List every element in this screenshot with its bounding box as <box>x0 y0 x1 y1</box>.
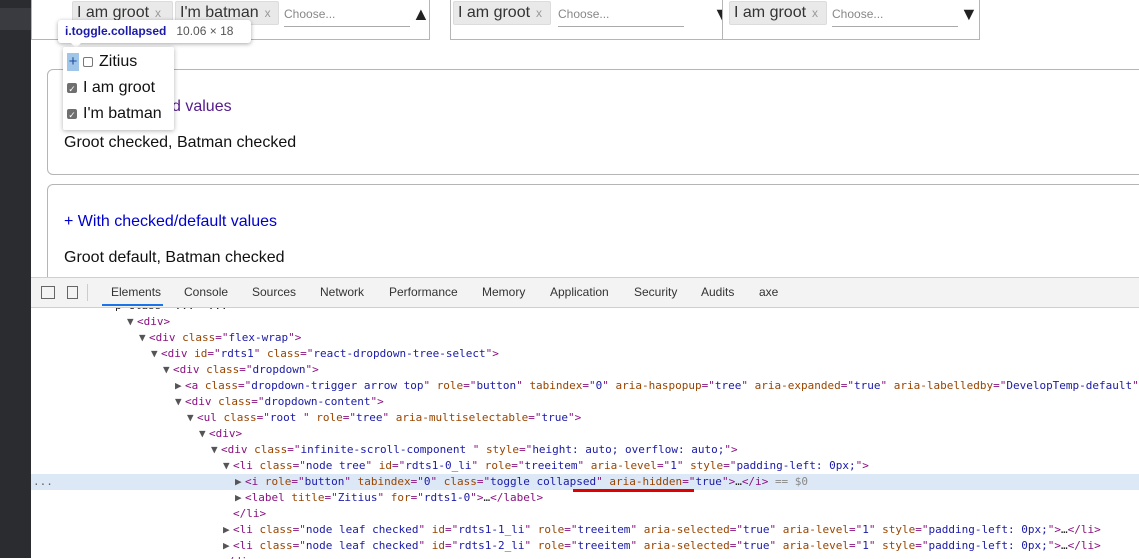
search-input[interactable]: Choose... <box>284 7 410 27</box>
tab-axe[interactable]: axe <box>759 285 778 299</box>
checkbox[interactable] <box>83 57 93 67</box>
dom-node[interactable]: ▶ <label title="Zitius" for="rdts1-0">…</… <box>31 490 1139 506</box>
left-panel-highlight <box>0 8 31 30</box>
tab-security[interactable]: Security <box>634 285 677 299</box>
active-tab-indicator <box>102 304 163 306</box>
tooltip-selector: i.toggle.collapsed <box>65 24 167 38</box>
card-description: Groot checked, Batman checked <box>64 134 297 151</box>
node-actions-icon[interactable]: ... <box>33 474 53 490</box>
disclosure-triangle-icon[interactable]: ▼ <box>151 346 161 362</box>
dom-node[interactable]: ▼ <div id="rdts1" class="react-dropdown-t… <box>31 346 1139 362</box>
device-toolbar-icon[interactable] <box>67 286 78 299</box>
dom-node[interactable]: ▼ <div class="infinite-scroll-component "… <box>31 442 1139 458</box>
dropdown-tree-popup: + Zitius ✓ I am groot ✓ I'm batman <box>63 47 174 130</box>
tree-node-label: I am groot <box>83 79 156 96</box>
example-card: + With checked/default values Groot defa… <box>47 184 1139 277</box>
tag-chip: I am groot x <box>453 1 551 25</box>
disclosure-triangle-icon[interactable]: ▶ <box>235 490 245 506</box>
disclosure-triangle-icon[interactable]: ▼ <box>187 410 197 426</box>
dom-node[interactable]: ▼ <div> <box>31 426 1139 442</box>
dom-node[interactable]: ▼ <li class="node tree" id="rdts1-0_li" r… <box>31 458 1139 474</box>
tree-node-batman[interactable]: ✓ I'm batman <box>67 105 162 123</box>
dom-node[interactable]: ▶ <a class="dropdown-trigger arrow top" r… <box>31 378 1139 394</box>
tag-remove-icon[interactable]: x <box>265 6 271 20</box>
caret-up-icon[interactable]: ▲ <box>412 4 430 25</box>
checkbox-checked[interactable]: ✓ <box>67 83 77 94</box>
disclosure-triangle-icon[interactable]: ▼ <box>127 314 137 330</box>
tree-node-label: Zitius <box>99 53 138 70</box>
card-title-link[interactable]: d values <box>172 98 232 116</box>
dropdown-trigger-2[interactable]: I am grootx Choose... ▼ <box>450 0 731 40</box>
card-description: Groot default, Batman checked <box>64 249 285 266</box>
dom-node[interactable]: ▼ <div class="dropdown"> <box>31 362 1139 378</box>
tree-node-groot[interactable]: ✓ I am groot <box>67 79 155 97</box>
checkbox-checked[interactable]: ✓ <box>67 109 77 120</box>
inspect-element-icon[interactable] <box>41 286 55 299</box>
tab-performance[interactable]: Performance <box>389 285 458 299</box>
disclosure-triangle-icon[interactable]: ▼ <box>211 442 221 458</box>
tag-remove-icon[interactable]: x <box>536 6 542 20</box>
tree-node-label: I'm batman <box>83 105 162 122</box>
tooltip-size: 10.06 × 18 <box>176 24 234 38</box>
disclosure-triangle-icon[interactable]: ▶ <box>223 522 233 538</box>
tree-node-zitius[interactable]: + Zitius <box>67 53 137 71</box>
dom-node-selected[interactable]: ▶ <i role="button" tabindex="0" class="to… <box>31 474 1139 490</box>
dom-node[interactable]: ▼ <div class="flex-wrap"> <box>31 330 1139 346</box>
dom-node[interactable]: </div> <box>31 554 1139 559</box>
disclosure-triangle-icon[interactable]: ▼ <box>223 458 233 474</box>
elements-tree: p class="..." ...▼<div>▼<div class="flex… <box>31 308 1139 559</box>
tab-audits[interactable]: Audits <box>701 285 734 299</box>
devtools-tabbar: Elements Console Sources Network Perform… <box>31 278 1139 308</box>
dom-node[interactable]: </li> <box>31 506 1139 522</box>
dom-node[interactable]: ▼ <ul class="root " role="tree" aria-mult… <box>31 410 1139 426</box>
tag-remove-icon[interactable]: x <box>812 6 818 20</box>
expand-toggle-icon[interactable]: + <box>67 53 79 71</box>
tab-elements[interactable]: Elements <box>111 285 161 299</box>
tab-console[interactable]: Console <box>184 285 228 299</box>
disclosure-triangle-icon[interactable]: ▼ <box>139 330 149 346</box>
tag-remove-icon[interactable]: x <box>155 6 161 20</box>
disclosure-triangle-icon[interactable]: ▶ <box>235 474 245 490</box>
disclosure-triangle-icon[interactable]: ▶ <box>175 378 185 394</box>
tab-memory[interactable]: Memory <box>482 285 525 299</box>
search-input[interactable]: Choose... <box>558 7 684 27</box>
dom-node[interactable]: ▼ <div> <box>31 314 1139 330</box>
caret-down-icon[interactable]: ▼ <box>960 4 978 25</box>
inspect-tooltip: i.toggle.collapsed 10.06 × 18 <box>58 20 251 48</box>
search-input[interactable]: Choose... <box>832 7 958 27</box>
dom-node[interactable]: ▶ <li class="node leaf checked" id="rdts1… <box>31 538 1139 554</box>
card-title-link[interactable]: + With checked/default values <box>64 213 277 231</box>
toolbar-divider <box>87 284 88 301</box>
highlight-underline <box>573 489 694 492</box>
disclosure-triangle-icon[interactable]: ▼ <box>199 426 209 442</box>
disclosure-triangle-icon[interactable]: ▼ <box>175 394 185 410</box>
example-card: d values Groot checked, Batman checked <box>47 69 1139 175</box>
left-panel-edge <box>0 0 31 558</box>
disclosure-triangle-icon[interactable]: ▼ <box>163 362 173 378</box>
tab-sources[interactable]: Sources <box>252 285 296 299</box>
tab-network[interactable]: Network <box>320 285 364 299</box>
tag-chip: I am groot x <box>729 1 827 25</box>
dom-node[interactable]: ▼ <div class="dropdown-content"> <box>31 394 1139 410</box>
dropdown-trigger-3[interactable]: I am groot x Choose... ▼ <box>722 0 980 40</box>
devtools-panel: Elements Console Sources Network Perform… <box>31 277 1139 559</box>
disclosure-triangle-icon[interactable]: ▶ <box>223 538 233 554</box>
tab-application[interactable]: Application <box>550 285 609 299</box>
dom-node[interactable]: ▶ <li class="node leaf checked" id="rdts1… <box>31 522 1139 538</box>
